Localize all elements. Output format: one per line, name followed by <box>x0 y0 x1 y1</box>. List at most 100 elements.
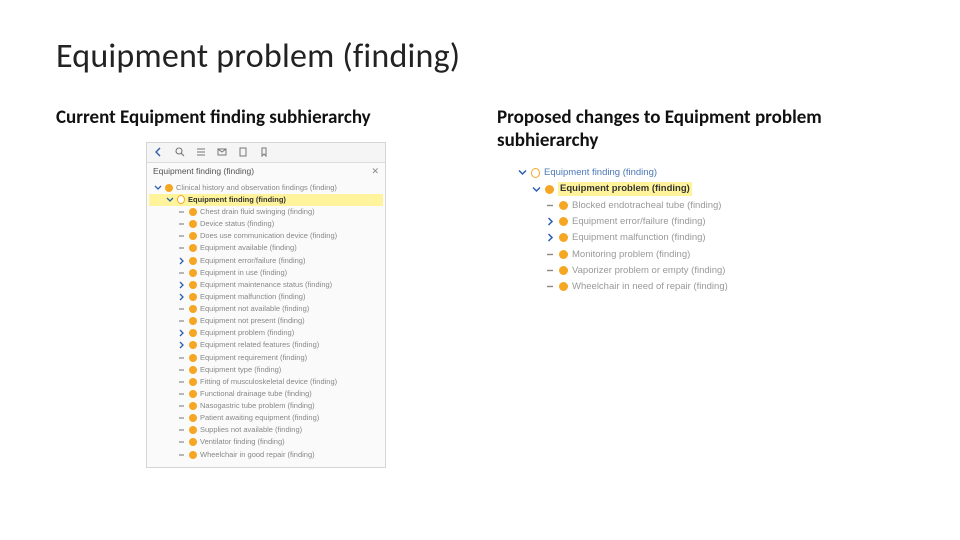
concept-dot-icon <box>189 293 197 301</box>
concept-dot-icon <box>559 233 568 242</box>
dash-icon <box>177 305 186 314</box>
dash-icon <box>177 402 186 411</box>
tree-item[interactable]: Fitting of musculoskeletal device (findi… <box>149 376 383 388</box>
dash-icon <box>177 317 186 326</box>
tree-item[interactable]: Device status (finding) <box>149 218 383 230</box>
tree-label: Equipment requirement (finding) <box>200 353 307 363</box>
dash-icon <box>177 244 186 253</box>
chevron-down-icon <box>153 183 162 192</box>
document-icon[interactable] <box>237 147 248 158</box>
columns: Current Equipment finding subhierarchy E… <box>56 107 904 468</box>
tree-item[interactable]: Blocked endotracheal tube (finding) <box>517 197 797 213</box>
tree-item[interactable]: Equipment in use (finding) <box>149 267 383 279</box>
tree-label: Equipment not available (finding) <box>200 304 309 314</box>
tree-item[interactable]: Does use communication device (finding) <box>149 230 383 242</box>
concept-dot-icon <box>189 220 197 228</box>
tree-item[interactable]: Ventilator finding (finding) <box>149 436 383 448</box>
concept-dot-icon <box>559 250 568 259</box>
tree-item[interactable]: Equipment error/failure (finding) <box>149 255 383 267</box>
tree-label: Chest drain fluid swinging (finding) <box>200 207 315 217</box>
tree-item[interactable]: Equipment not present (finding) <box>149 315 383 327</box>
chevron-right-icon <box>177 256 186 265</box>
tree-label: Ventilator finding (finding) <box>200 437 285 447</box>
mail-icon[interactable] <box>216 147 227 158</box>
tree-item[interactable]: Equipment malfunction (finding) <box>149 291 383 303</box>
proposed-tree: Equipment finding (finding) Equipment pr… <box>517 165 797 295</box>
tree-label: Does use communication device (finding) <box>200 231 337 241</box>
concept-dot-icon <box>559 217 568 226</box>
tree-item[interactable]: Equipment problem (finding) <box>149 327 383 339</box>
tree-item[interactable]: Supplies not available (finding) <box>149 424 383 436</box>
close-icon[interactable]: ✕ <box>371 166 379 177</box>
slide: Equipment problem (finding) Current Equi… <box>0 0 960 540</box>
tree-label: Wheelchair in need of repair (finding) <box>572 280 728 293</box>
dash-icon <box>177 414 186 423</box>
tree-item[interactable]: Nasogastric tube problem (finding) <box>149 400 383 412</box>
left-column: Current Equipment finding subhierarchy E… <box>56 107 463 468</box>
tree-label: Wheelchair in good repair (finding) <box>200 450 315 460</box>
tree-parent[interactable]: Clinical history and observation finding… <box>149 182 383 194</box>
chevron-right-icon <box>177 329 186 338</box>
concept-dot-icon <box>559 201 568 210</box>
dash-icon <box>545 266 555 276</box>
tree-label: Equipment error/failure (finding) <box>572 215 706 228</box>
tree-label: Patient awaiting equipment (finding) <box>200 413 319 423</box>
hierarchy-browser: Equipment finding (finding) ✕ Clinical h… <box>146 142 386 468</box>
tree-selected[interactable]: Equipment problem (finding) <box>517 181 797 197</box>
tree-label: Blocked endotracheal tube (finding) <box>572 199 721 212</box>
tree-item[interactable]: Vaporizer problem or empty (finding) <box>517 262 797 278</box>
tree-item[interactable]: Wheelchair in good repair (finding) <box>149 449 383 461</box>
page-title: Equipment problem (finding) <box>56 36 904 77</box>
concept-dot-icon <box>189 208 197 216</box>
concept-dot-icon <box>189 451 197 459</box>
concept-dot-icon <box>189 317 197 325</box>
concept-dot-icon <box>189 281 197 289</box>
tree-item[interactable]: Equipment malfunction (finding) <box>517 230 797 246</box>
tree-item[interactable]: Functional drainage tube (finding) <box>149 388 383 400</box>
concept-dot-icon <box>189 341 197 349</box>
dash-icon <box>545 249 555 259</box>
dash-icon <box>177 389 186 398</box>
search-icon[interactable] <box>174 147 185 158</box>
chevron-right-icon <box>177 280 186 289</box>
bookmark-icon[interactable] <box>258 147 269 158</box>
tree-item[interactable]: Monitoring problem (finding) <box>517 246 797 262</box>
concept-dot-icon <box>189 269 197 277</box>
list-icon[interactable] <box>195 147 206 158</box>
tree-item[interactable]: Equipment type (finding) <box>149 364 383 376</box>
right-heading: Proposed changes to Equipment problem su… <box>497 107 904 153</box>
tree-label: Equipment problem (finding) <box>200 328 294 338</box>
tree-item[interactable]: Equipment not available (finding) <box>149 303 383 315</box>
right-column: Proposed changes to Equipment problem su… <box>497 107 904 468</box>
concept-dot-icon <box>189 244 197 252</box>
browser-toolbar <box>147 143 385 163</box>
dash-icon <box>177 268 186 277</box>
tree-label: Device status (finding) <box>200 219 274 229</box>
chevron-down-icon <box>165 195 174 204</box>
tree-root[interactable]: Equipment finding (finding) <box>517 165 797 181</box>
chevron-down-icon <box>531 184 541 194</box>
tree-label: Fitting of musculoskeletal device (findi… <box>200 377 337 387</box>
tree-item[interactable]: Equipment related features (finding) <box>149 339 383 351</box>
concept-dot-icon <box>545 185 554 194</box>
tree-label: Monitoring problem (finding) <box>572 248 690 261</box>
chevron-right-icon <box>545 217 555 227</box>
concept-dot-icon <box>189 232 197 240</box>
concept-dot-icon <box>189 354 197 362</box>
tree-item[interactable]: Equipment maintenance status (finding) <box>149 279 383 291</box>
dash-icon <box>177 365 186 374</box>
tree-item[interactable]: Equipment error/failure (finding) <box>517 213 797 229</box>
back-icon[interactable] <box>153 147 164 158</box>
concept-dot-icon <box>165 184 173 192</box>
tree-item[interactable]: Equipment requirement (finding) <box>149 352 383 364</box>
tree-label: Equipment malfunction (finding) <box>200 292 305 302</box>
concept-dot-icon <box>189 378 197 386</box>
tree-item[interactable]: Chest drain fluid swinging (finding) <box>149 206 383 218</box>
tree-label: Clinical history and observation finding… <box>176 183 337 193</box>
tree-item[interactable]: Equipment available (finding) <box>149 242 383 254</box>
tree-item[interactable]: Wheelchair in need of repair (finding) <box>517 279 797 295</box>
left-tree: Clinical history and observation finding… <box>147 180 385 467</box>
tree-label: Equipment in use (finding) <box>200 268 287 278</box>
tree-item[interactable]: Patient awaiting equipment (finding) <box>149 412 383 424</box>
tree-root-selected[interactable]: Equipment finding (finding) <box>149 194 383 206</box>
